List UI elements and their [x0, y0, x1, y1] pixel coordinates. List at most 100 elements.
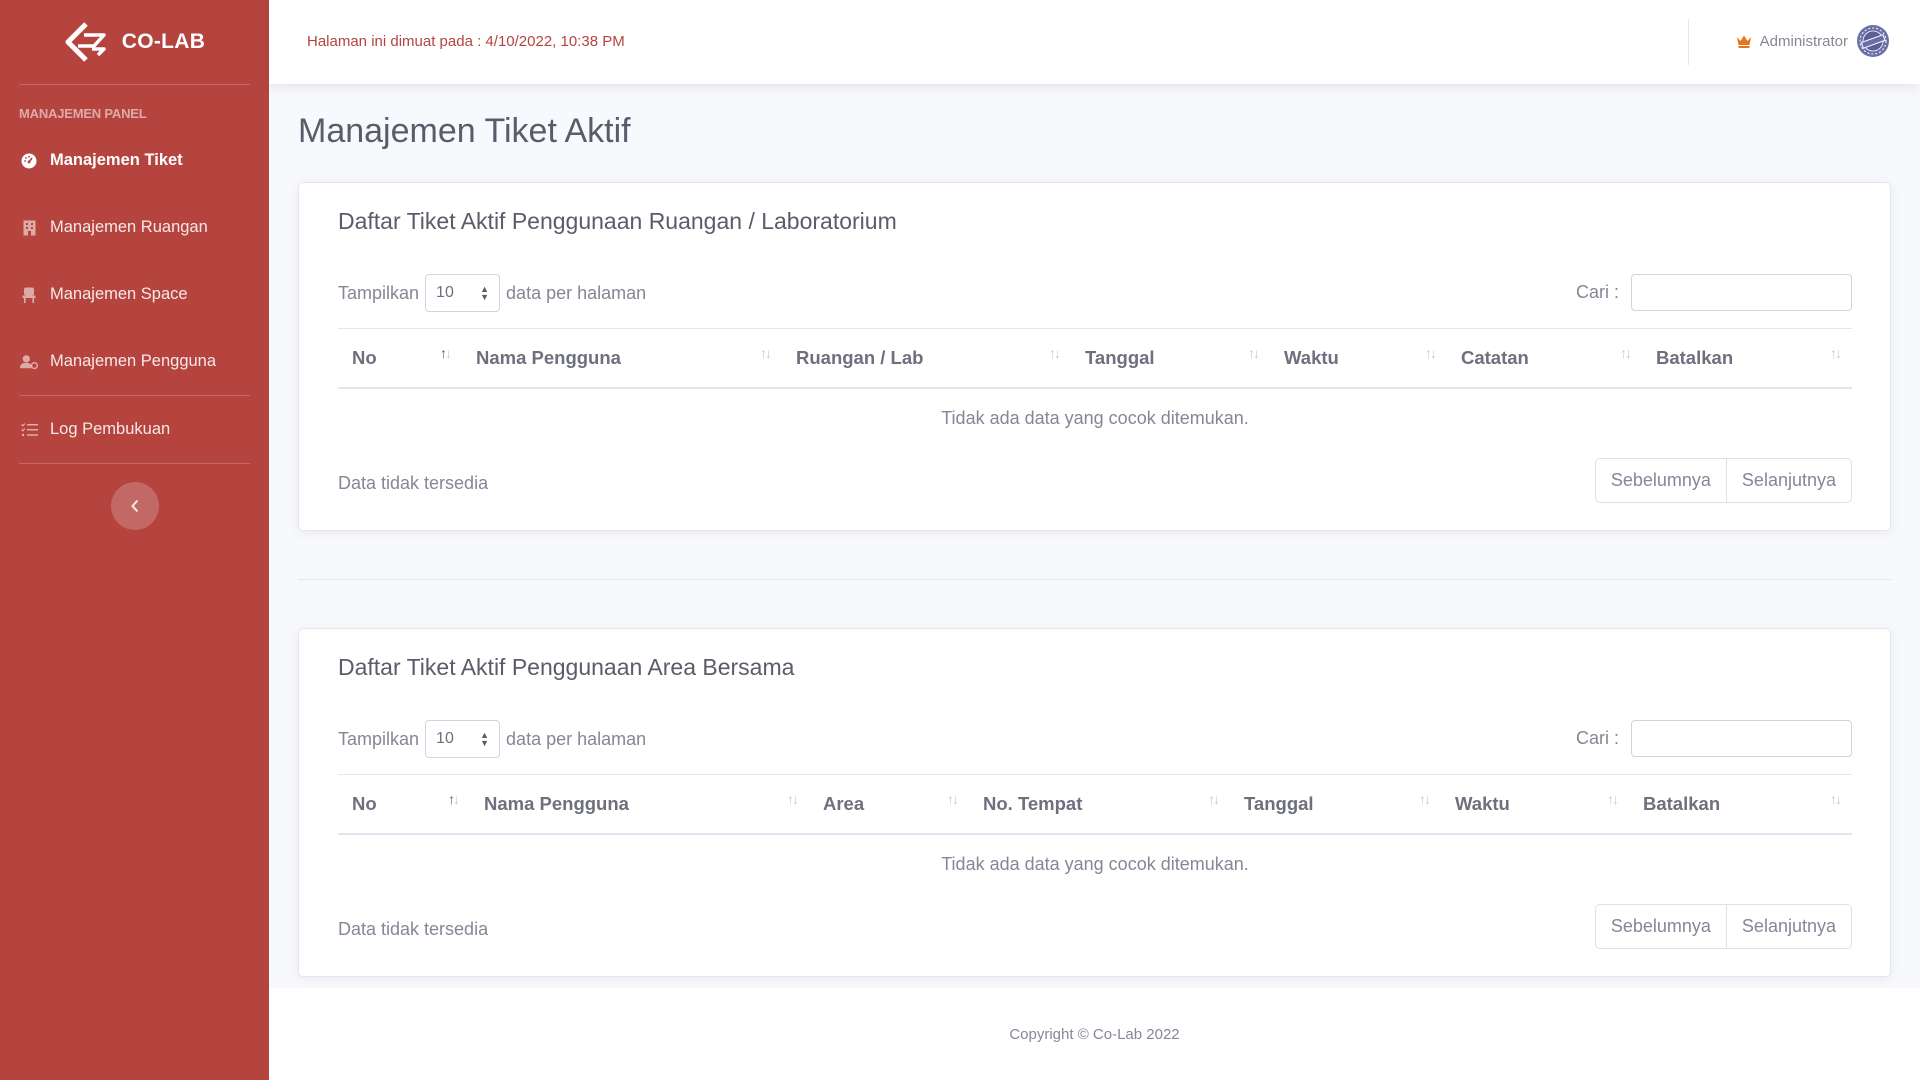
next-page-button[interactable]: Selanjutnya [1726, 904, 1852, 949]
ruangan-tickets-table: No ↑↓ Nama Pengguna ↑↓ Ruangan / Lab ↑↓ Tan… [338, 328, 1852, 447]
select-arrows-icon: ▲ ▼ [480, 284, 490, 302]
sidebar-item-label: Manajemen Tiket [50, 151, 183, 169]
page-length-control: Tampilkan 10 ▲ ▼ data per halaman [338, 720, 646, 758]
topbar: Halaman ini dimuat pada : 4/10/2022, 10:… [269, 0, 1920, 84]
sidebar-item-label: Manajemen Ruangan [50, 218, 208, 236]
previous-page-button[interactable]: Sebelumnya [1594, 904, 1727, 949]
brand-name: CO-LAB [121, 30, 206, 53]
page-loaded-timestamp: Halaman ini dimuat pada : 4/10/2022, 10:… [307, 33, 625, 50]
search-control: Cari : [1576, 274, 1852, 311]
area-bersama-tickets-card: Daftar Tiket Aktif Penggunaan Area Bersa… [298, 628, 1891, 977]
copyright-text: Copyright © Co-Lab 2022 [1009, 1025, 1180, 1043]
column-header-waktu[interactable]: Waktu ↑↓ [1441, 775, 1629, 833]
select-arrows-icon: ▲ ▼ [480, 730, 490, 748]
column-header-no[interactable]: No ↑↓ [338, 329, 462, 387]
next-page-button[interactable]: Selanjutnya [1726, 458, 1852, 503]
column-label: Batalkan [1643, 793, 1721, 814]
sidebar-toggle-wrap [0, 464, 269, 530]
sidebar-item-manajemen-ruangan[interactable]: Manajemen Ruangan [0, 194, 269, 261]
column-header-batalkan[interactable]: Batalkan ↑↓ [1629, 775, 1852, 833]
column-header-tanggal[interactable]: Tanggal ↑↓ [1230, 775, 1441, 833]
sort-icon: ↑↓ [1830, 345, 1842, 361]
topbar-divider [1688, 19, 1689, 65]
user-name: Administrator [1759, 32, 1848, 50]
section-divider [298, 579, 1891, 580]
sidebar-item-label: Log Pembukuan [50, 420, 171, 438]
search-input[interactable] [1631, 274, 1852, 311]
sort-icon: ↑↓ [1830, 791, 1842, 807]
sort-asc-icon: ↑↓ [440, 345, 452, 361]
column-header-batalkan[interactable]: Batalkan ↑↓ [1642, 329, 1852, 387]
brand[interactable]: CO-LAB [0, 0, 269, 84]
pagination: Sebelumnya Selanjutnya [1594, 904, 1852, 949]
sort-icon: ↑↓ [760, 345, 772, 361]
table-info: Data tidak tersedia [338, 919, 489, 939]
column-header-area[interactable]: Area ↑↓ [809, 775, 969, 833]
pagination: Sebelumnya Selanjutnya [1594, 458, 1852, 503]
page-length-select[interactable]: 10 ▲ ▼ [425, 274, 501, 312]
sidebar-heading: MANAJEMEN PANEL [19, 106, 147, 121]
page-length-select[interactable]: 10 ▲ ▼ [425, 720, 501, 758]
column-header-nama-pengguna[interactable]: Nama Pengguna ↑↓ [470, 775, 809, 833]
length-prefix: Tampilkan [338, 282, 420, 303]
table-info: Data tidak tersedia [338, 473, 489, 493]
sort-icon: ↑↓ [1248, 345, 1260, 361]
sort-icon: ↑↓ [1620, 345, 1632, 361]
column-label: Area [823, 793, 865, 814]
column-label: No [352, 347, 377, 368]
column-label: Nama Pengguna [484, 793, 629, 814]
table-header: No ↑↓ Nama Pengguna ↑↓ Ruangan / Lab ↑↓ Tan… [338, 328, 1852, 389]
column-header-catatan[interactable]: Catatan ↑↓ [1447, 329, 1642, 387]
search-label: Cari : [1575, 728, 1619, 748]
column-label: Waktu [1284, 347, 1339, 368]
sidebar: CO-LAB MANAJEMEN PANEL Manajemen Tiket M… [0, 0, 269, 1080]
column-header-tanggal[interactable]: Tanggal ↑↓ [1071, 329, 1270, 387]
column-label: Ruangan / Lab [796, 347, 924, 368]
sort-icon: ↑↓ [1419, 791, 1431, 807]
column-label: Nama Pengguna [476, 347, 621, 368]
column-header-no[interactable]: No ↑↓ [338, 775, 470, 833]
sidebar-item-manajemen-tiket[interactable]: Manajemen Tiket [0, 127, 269, 194]
users-cog-icon [20, 353, 38, 371]
chevron-left-icon [130, 499, 138, 513]
column-label: Tanggal [1244, 793, 1314, 814]
column-label: No. Tempat [983, 793, 1083, 814]
empty-table-message: Tidak ada data yang cocok ditemukan. [941, 853, 1249, 874]
building-icon [20, 219, 38, 237]
previous-page-button[interactable]: Sebelumnya [1594, 458, 1727, 503]
list-check-icon [20, 421, 38, 439]
footer: Copyright © Co-Lab 2022 [269, 988, 1920, 1080]
sidebar-item-label: Manajemen Pengguna [50, 352, 217, 370]
admin-avatar[interactable] [1856, 24, 1890, 58]
column-header-ruangan-lab[interactable]: Ruangan / Lab ↑↓ [782, 329, 1071, 387]
sidebar-item-log-pembukuan[interactable]: Log Pembukuan [0, 396, 269, 463]
page-length-value: 10 [436, 730, 454, 747]
column-label: Tanggal [1085, 347, 1155, 368]
sort-icon: ↑↓ [1425, 345, 1437, 361]
page-length-value: 10 [436, 284, 454, 301]
column-label: Catatan [1461, 347, 1529, 368]
empty-table-message: Tidak ada data yang cocok ditemukan. [941, 407, 1249, 428]
sidebar-toggle-button[interactable] [110, 482, 159, 530]
column-header-no-tempat[interactable]: No. Tempat ↑↓ [969, 775, 1230, 833]
user-dropdown[interactable]: Administrator [1736, 24, 1890, 58]
length-suffix: data per halaman [506, 282, 647, 303]
crown-icon [1736, 35, 1751, 48]
sort-icon: ↑↓ [1208, 791, 1220, 807]
card-title: Daftar Tiket Aktif Penggunaan Ruangan / … [338, 208, 897, 234]
area-bersama-tickets-table: No ↑↓ Nama Pengguna ↑↓ Area ↑↓ No. Tempat ↑↓… [338, 774, 1852, 893]
column-header-nama-pengguna[interactable]: Nama Pengguna ↑↓ [462, 329, 782, 387]
column-label: Waktu [1455, 793, 1510, 814]
sidebar-item-manajemen-pengguna[interactable]: Manajemen Pengguna [0, 328, 269, 395]
page-title: Manajemen Tiket Aktif [298, 112, 631, 150]
sidebar-item-label: Manajemen Space [50, 285, 188, 303]
search-input[interactable] [1631, 720, 1852, 757]
page-length-control: Tampilkan 10 ▲ ▼ data per halaman [338, 274, 646, 312]
sort-asc-icon: ↑↓ [448, 791, 460, 807]
column-header-waktu[interactable]: Waktu ↑↓ [1270, 329, 1447, 387]
sidebar-item-manajemen-space[interactable]: Manajemen Space [0, 261, 269, 328]
tachometer-icon [20, 152, 38, 170]
length-prefix: Tampilkan [338, 728, 420, 749]
column-label: No [352, 793, 377, 814]
card-title: Daftar Tiket Aktif Penggunaan Area Bersa… [338, 654, 795, 680]
